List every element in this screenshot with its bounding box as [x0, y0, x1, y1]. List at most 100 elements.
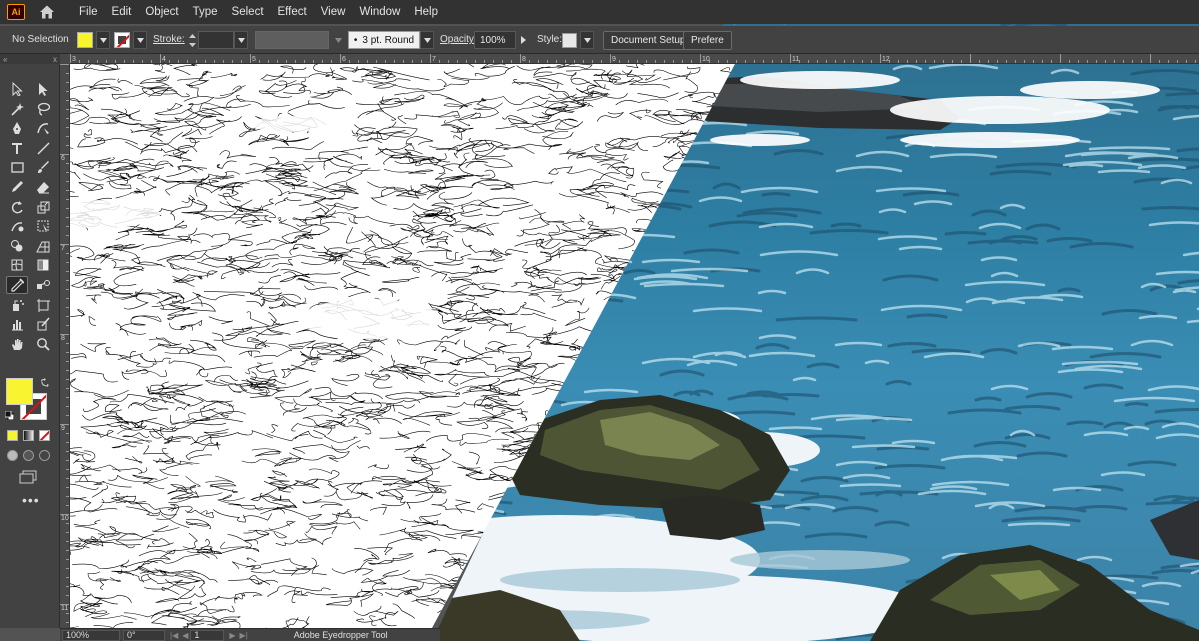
symbol-sprayer-tool[interactable]	[6, 296, 28, 314]
ruler-h-label: 4	[162, 56, 166, 63]
stroke-weight-dropdown[interactable]	[234, 31, 248, 49]
mesh-tool[interactable]	[6, 256, 28, 274]
blend-tool[interactable]	[32, 276, 54, 294]
ruler-v-label: 11	[61, 605, 68, 612]
slice-tool[interactable]	[32, 315, 54, 333]
eraser-icon	[37, 181, 49, 194]
selection-tool[interactable]	[6, 80, 28, 98]
perspective-grid-tool[interactable]	[32, 237, 54, 255]
free-transform-tool[interactable]	[32, 217, 54, 235]
rotate-tool[interactable]	[6, 198, 28, 216]
ruler-h-label: 12	[882, 56, 890, 63]
line-segment-icon	[37, 142, 50, 155]
preferences-button[interactable]: Prefere	[683, 31, 732, 50]
fill-color-box[interactable]	[6, 378, 33, 405]
warp-tool[interactable]	[6, 217, 28, 235]
ruler-h-label: 9	[612, 56, 616, 63]
zoom-icon	[37, 337, 50, 351]
rectangle-tool[interactable]	[6, 158, 28, 176]
fill-swatch[interactable]	[77, 32, 93, 48]
brush-dropdown[interactable]	[420, 31, 434, 49]
tool-grid	[6, 80, 56, 354]
ruler-h-label: 7	[432, 56, 436, 63]
close-panel-icon[interactable]: x	[53, 55, 57, 64]
menu-view[interactable]: View	[321, 6, 346, 18]
brush-dot-icon: •	[353, 34, 358, 46]
selection-icon	[12, 82, 23, 96]
ruler-h-label: 3	[72, 56, 76, 63]
stroke-weight-field[interactable]	[198, 31, 234, 49]
opacity-field[interactable]: 100%	[474, 31, 516, 49]
type-tool[interactable]	[6, 139, 28, 157]
scale-tool[interactable]	[32, 198, 54, 216]
rotation-field[interactable]: 0°	[123, 629, 165, 641]
brush-definition-field[interactable]: • 3 pt. Round	[348, 31, 420, 49]
graphic-style-dropdown[interactable]	[580, 31, 594, 49]
hand-tool[interactable]	[6, 335, 28, 353]
zoom-tool[interactable]	[32, 335, 54, 353]
pencil-tool[interactable]	[6, 178, 28, 196]
blend-icon	[37, 279, 50, 289]
collapse-panel-icon[interactable]: «	[3, 55, 7, 64]
shape-builder-tool[interactable]	[6, 237, 28, 255]
menu-edit[interactable]: Edit	[112, 6, 132, 18]
variable-width-profile[interactable]	[255, 31, 329, 49]
eraser-tool[interactable]	[32, 178, 54, 196]
symbol-sprayer-icon	[13, 299, 24, 311]
vertical-ruler[interactable]: 6 7 8 9 10 11	[60, 64, 70, 628]
horizontal-ruler[interactable]: 3 4 5 6 7 8 9 10 11 12	[70, 54, 1199, 64]
column-graph-tool[interactable]	[6, 315, 28, 333]
document-setup-button[interactable]: Document Setup	[603, 31, 694, 50]
menu-file[interactable]: File	[79, 6, 98, 18]
menu-type[interactable]: Type	[193, 6, 218, 18]
stroke-label[interactable]: Stroke:	[153, 34, 185, 45]
ruler-origin[interactable]	[60, 54, 70, 64]
perspective-grid-icon	[36, 241, 50, 253]
curvature-tool[interactable]	[32, 119, 54, 137]
zoom-field[interactable]: 100%	[62, 629, 120, 641]
curvature-icon	[37, 123, 49, 135]
none-mode-icon[interactable]	[39, 430, 50, 441]
default-fill-stroke-icon[interactable]	[5, 411, 14, 420]
pen-tool[interactable]	[6, 119, 28, 137]
hand-icon	[12, 338, 23, 350]
paintbrush-tool[interactable]	[32, 158, 54, 176]
screen-mode-icon[interactable]	[19, 470, 37, 484]
color-mode-icon[interactable]	[7, 430, 18, 441]
fill-dropdown[interactable]	[96, 31, 110, 49]
last-artboard-icon[interactable]: ▶|	[240, 631, 248, 640]
menu-object[interactable]: Object	[145, 6, 178, 18]
edit-toolbar-icon[interactable]: •••	[22, 493, 40, 507]
stroke-color-dropdown[interactable]	[133, 31, 147, 49]
profile-dropdown[interactable]	[332, 37, 344, 43]
menu-help[interactable]: Help	[414, 6, 438, 18]
lasso-tool[interactable]	[32, 100, 54, 118]
magic-wand-tool[interactable]	[6, 100, 28, 118]
gradient-mode-icon[interactable]	[23, 430, 34, 441]
artboard-tool[interactable]	[32, 296, 54, 314]
opacity-label[interactable]: Opacity:	[440, 34, 477, 45]
menu-window[interactable]: Window	[359, 6, 400, 18]
draw-normal-icon[interactable]	[7, 450, 18, 461]
stroke-weight-stepper[interactable]	[186, 31, 198, 49]
graphic-style-swatch[interactable]	[562, 32, 577, 48]
draw-behind-icon[interactable]	[23, 450, 34, 461]
line-segment-tool[interactable]	[32, 139, 54, 157]
opacity-expand-arrow[interactable]	[516, 31, 530, 49]
draw-inside-icon[interactable]	[39, 450, 50, 461]
next-artboard-icon[interactable]: ▶	[229, 631, 235, 640]
tools-panel: •••	[0, 64, 60, 628]
previous-artboard-icon[interactable]: ◀	[182, 631, 188, 640]
artboard-number-field[interactable]: 1	[190, 629, 225, 641]
menu-select[interactable]: Select	[232, 6, 264, 18]
menu-effect[interactable]: Effect	[278, 6, 307, 18]
swap-fill-stroke-icon[interactable]	[40, 378, 50, 388]
direct-selection-tool[interactable]	[32, 80, 54, 98]
slice-icon	[37, 317, 50, 331]
home-icon[interactable]	[39, 4, 55, 20]
stroke-swatch[interactable]	[114, 32, 130, 48]
ruler-v-label: 9	[61, 425, 65, 432]
gradient-tool[interactable]	[32, 256, 54, 274]
first-artboard-icon[interactable]: |◀	[170, 631, 178, 640]
eyedropper-tool[interactable]	[6, 275, 28, 294]
